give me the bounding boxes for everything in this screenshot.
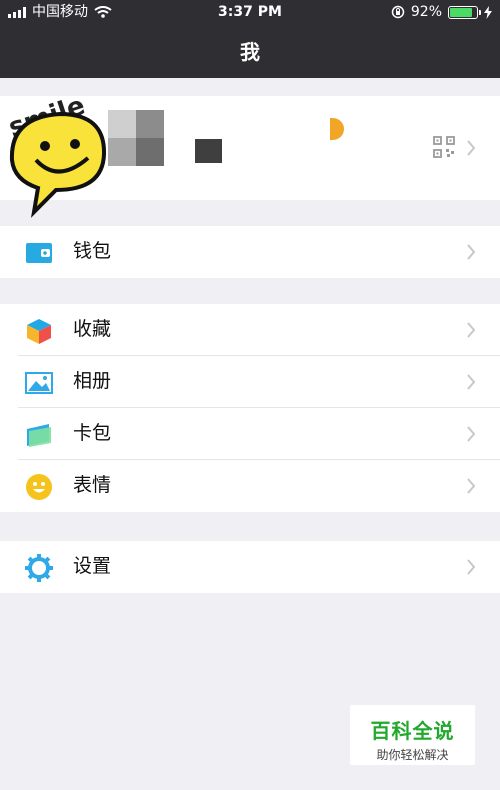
wallet-group: 钱包 — [0, 226, 500, 278]
menu-item-label: 收藏 — [73, 319, 112, 340]
profile-badge-pixel — [330, 118, 344, 140]
profile-name-pixel — [195, 139, 222, 163]
chevron-right-icon — [467, 559, 476, 575]
menu-item-wallet[interactable]: 钱包 — [0, 226, 500, 278]
chevron-right-icon — [467, 322, 476, 338]
profile-pixel — [108, 138, 136, 166]
profile-pixel — [136, 138, 164, 166]
page-title: 我 — [240, 40, 260, 64]
collections-group: 收藏 相册 卡包 表情 — [0, 304, 500, 512]
emoji-icon — [26, 474, 52, 500]
top-bar: 中国移动 3:37 PM 92% 我 — [0, 0, 500, 78]
smile-sticker: smile — [5, 91, 107, 218]
profile-pixel — [136, 110, 164, 138]
status-bar: 中国移动 3:37 PM 92% — [0, 0, 500, 24]
wallet-icon — [26, 243, 52, 263]
menu-item-card-wallet[interactable]: 卡包 — [0, 408, 500, 460]
settings-group: 设置 — [0, 541, 500, 593]
menu-item-label: 相册 — [73, 371, 112, 392]
status-right: 92% — [391, 0, 492, 24]
album-icon — [25, 372, 53, 394]
settings-gear-icon — [25, 554, 53, 582]
menu-item-label: 设置 — [73, 556, 112, 577]
menu-item-label: 表情 — [73, 475, 112, 496]
charging-bolt-icon — [484, 5, 492, 19]
menu-item-label: 钱包 — [73, 241, 112, 262]
battery-level-fill — [450, 7, 472, 17]
battery-percent: 92% — [410, 4, 442, 20]
battery-icon — [448, 5, 481, 19]
menu-item-album[interactable]: 相册 — [0, 356, 500, 408]
chevron-right-icon — [467, 244, 476, 260]
menu-item-label: 卡包 — [73, 423, 112, 444]
menu-item-settings[interactable]: 设置 — [0, 541, 500, 593]
menu-item-favorites[interactable]: 收藏 — [0, 304, 500, 356]
watermark-title: 百科全说 — [370, 719, 455, 743]
profile-pixel — [108, 110, 136, 138]
watermark-subtitle: 助你轻松解决 — [376, 748, 449, 762]
menu-item-emoji[interactable]: 表情 — [0, 460, 500, 512]
orientation-lock-icon — [391, 5, 405, 19]
chevron-right-icon — [467, 478, 476, 494]
watermark-badge: 百科全说 助你轻松解决 — [350, 705, 475, 765]
chevron-right-icon — [467, 374, 476, 390]
card-wallet-icon — [27, 424, 51, 447]
screen: 中国移动 3:37 PM 92% 我 钱包 收藏 相册 卡包 表情 设置 百科全… — [0, 0, 500, 790]
chevron-right-icon — [467, 426, 476, 442]
qr-code-icon — [433, 136, 455, 158]
chevron-right-icon — [467, 140, 476, 156]
favorites-cube-icon — [27, 319, 51, 344]
